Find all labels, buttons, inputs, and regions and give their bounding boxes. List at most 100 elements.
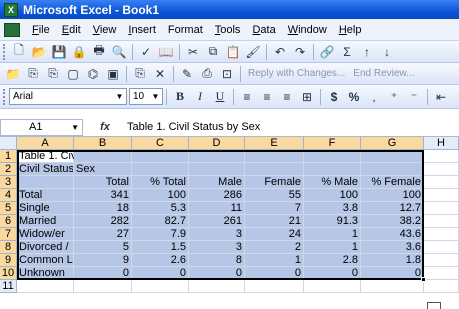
cell[interactable] <box>132 280 189 293</box>
font-size-dropdown-icon[interactable]: ▼ <box>149 89 162 104</box>
cell[interactable]: 5.3 <box>132 202 189 215</box>
cell[interactable] <box>17 176 74 189</box>
cell[interactable] <box>424 150 459 163</box>
row-header[interactable]: 6 <box>0 215 17 228</box>
cell[interactable]: 11 <box>189 202 245 215</box>
cell[interactable] <box>424 280 459 293</box>
cell[interactable] <box>245 163 304 176</box>
cell[interactable]: 21 <box>245 215 304 228</box>
cell[interactable]: Widow/er <box>17 228 74 241</box>
cell[interactable] <box>424 176 459 189</box>
cell[interactable]: 43.6 <box>361 228 424 241</box>
name-box-dropdown-icon[interactable]: ▼ <box>71 123 79 132</box>
menu-insert[interactable]: Insert <box>122 24 162 36</box>
cell[interactable] <box>424 267 459 280</box>
cell[interactable]: 2.8 <box>304 254 361 267</box>
comma-style-icon[interactable]: , <box>364 88 384 106</box>
font-size-select[interactable]: 10 ▼ <box>129 88 163 105</box>
redo-icon[interactable]: ↷ <box>290 43 310 61</box>
row-header[interactable]: 2 <box>0 163 17 176</box>
cell[interactable]: 9 <box>74 254 132 267</box>
cell[interactable]: Total <box>74 176 132 189</box>
cell[interactable] <box>189 150 245 163</box>
print-icon[interactable]: 🖶 <box>89 43 109 61</box>
cell[interactable]: % Male <box>304 176 361 189</box>
cell[interactable] <box>74 280 132 293</box>
cell[interactable]: Common L <box>17 254 74 267</box>
cell[interactable] <box>132 150 189 163</box>
hyperlink-icon[interactable]: 🔗 <box>317 43 337 61</box>
cell[interactable]: Male <box>189 176 245 189</box>
sort-ascending-icon[interactable]: ↑ <box>357 43 377 61</box>
cell[interactable]: 55 <box>245 189 304 202</box>
cell[interactable]: 2 <box>245 241 304 254</box>
cell[interactable]: 1.5 <box>132 241 189 254</box>
print-preview-icon[interactable]: 🔍 <box>109 43 129 61</box>
cell[interactable]: 27 <box>74 228 132 241</box>
review-icon-5[interactable]: ▣ <box>103 65 123 83</box>
cell[interactable] <box>304 280 361 293</box>
cell[interactable]: Single <box>17 202 74 215</box>
row-header[interactable]: 10 <box>0 267 17 280</box>
cell[interactable] <box>245 280 304 293</box>
row-header[interactable]: 5 <box>0 202 17 215</box>
cell[interactable]: Divorced / <box>17 241 74 254</box>
cell[interactable]: % Total <box>132 176 189 189</box>
name-box[interactable]: A1 ▼ <box>0 118 83 136</box>
cell[interactable] <box>132 163 189 176</box>
cell[interactable]: 100 <box>304 189 361 202</box>
cell[interactable] <box>189 280 245 293</box>
cell[interactable]: 91.3 <box>304 215 361 228</box>
menu-file[interactable]: File <box>26 24 56 36</box>
merge-center-icon[interactable]: ⊞ <box>297 88 317 106</box>
currency-button[interactable]: $ <box>324 88 344 106</box>
workbook-icon[interactable] <box>4 22 20 37</box>
sort-descending-icon[interactable]: ↓ <box>377 43 397 61</box>
cell[interactable] <box>17 280 74 293</box>
cell[interactable]: Female <box>245 176 304 189</box>
font-name-select[interactable]: Arial ▼ <box>9 88 127 105</box>
menu-window[interactable]: Window <box>282 24 333 36</box>
menu-format[interactable]: Format <box>162 24 209 36</box>
cell[interactable]: Total <box>17 189 74 202</box>
percent-button[interactable]: % <box>344 88 364 106</box>
column-header-a[interactable]: A <box>17 137 74 150</box>
cell[interactable] <box>424 241 459 254</box>
cell[interactable]: Sex <box>74 163 132 176</box>
cell[interactable] <box>304 150 361 163</box>
column-header-d[interactable]: D <box>189 137 245 150</box>
cell[interactable]: 7.9 <box>132 228 189 241</box>
align-center-icon[interactable]: ≡ <box>257 88 277 106</box>
fill-handle[interactable] <box>421 277 426 282</box>
align-left-icon[interactable]: ≡ <box>237 88 257 106</box>
cell[interactable]: 7 <box>245 202 304 215</box>
row-header[interactable]: 3 <box>0 176 17 189</box>
cell[interactable]: 286 <box>189 189 245 202</box>
cell[interactable]: Civil Status <box>17 163 74 176</box>
cell[interactable]: 1 <box>245 254 304 267</box>
cell[interactable]: 1 <box>304 241 361 254</box>
cell[interactable]: 3 <box>189 228 245 241</box>
cell[interactable]: 341 <box>74 189 132 202</box>
row-header[interactable]: 7 <box>0 228 17 241</box>
cell[interactable]: 261 <box>189 215 245 228</box>
permission-icon[interactable]: 🔒 <box>69 43 89 61</box>
cell[interactable] <box>245 150 304 163</box>
cell[interactable]: 24 <box>245 228 304 241</box>
decrease-indent-icon[interactable]: ⇤ <box>431 88 451 106</box>
cell[interactable]: % Female <box>361 176 424 189</box>
menu-edit[interactable]: Edit <box>56 24 87 36</box>
cell[interactable]: 8 <box>189 254 245 267</box>
cell[interactable] <box>361 280 424 293</box>
increase-decimal-icon[interactable]: ⁺ <box>384 88 404 106</box>
formula-input[interactable]: Table 1. Civil Status by Sex <box>127 121 260 133</box>
review-icon-4[interactable]: ⌬ <box>83 65 103 83</box>
cell[interactable] <box>424 254 459 267</box>
copy-icon[interactable]: ⧉ <box>203 43 223 61</box>
paste-icon[interactable]: 📋 <box>223 43 243 61</box>
cell[interactable]: 0 <box>189 267 245 280</box>
menu-help[interactable]: Help <box>333 24 368 36</box>
review-folder-icon[interactable]: 📁 <box>3 65 23 83</box>
cell[interactable]: 12.7 <box>361 202 424 215</box>
cell[interactable] <box>424 163 459 176</box>
